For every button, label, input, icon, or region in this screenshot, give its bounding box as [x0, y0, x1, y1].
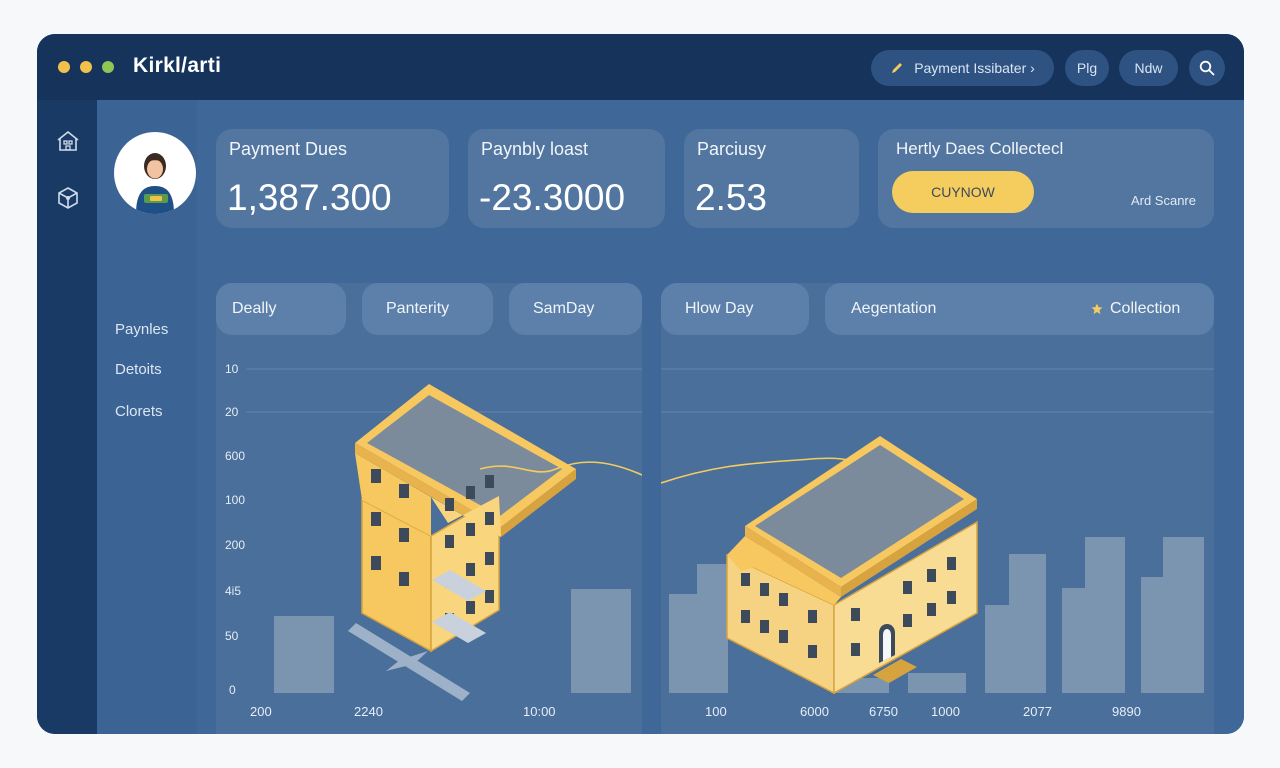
- cube-icon[interactable]: [55, 185, 81, 211]
- kpi-value: 2.53: [695, 177, 768, 218]
- y-tick: 10: [225, 362, 239, 376]
- x-tick: 6750: [869, 704, 898, 719]
- x-tick: 1000: [931, 704, 960, 719]
- y-tick: 4i5: [225, 584, 242, 598]
- app-window: Kirkl/arti Payment Issibater › Plg Ndw P…: [37, 34, 1244, 734]
- plg-pill[interactable]: Plg: [1065, 50, 1109, 86]
- x-tick: 6000: [800, 704, 829, 719]
- kpi-card-payment-dues: Payment Dues 1,387.300: [216, 129, 449, 228]
- user-illustration: [136, 153, 174, 214]
- x-tick: 100: [705, 704, 727, 719]
- kpi-label: Paynbly loast: [481, 139, 589, 159]
- bar: [669, 594, 697, 693]
- x-tick: 200: [250, 704, 272, 719]
- x-tick: 2240: [354, 704, 383, 719]
- bar: [1163, 537, 1204, 693]
- building-illustration: [355, 384, 576, 653]
- sub-navigation: Paynles Detoits Clorets: [97, 100, 197, 734]
- y-tick: 600: [225, 449, 246, 463]
- left-chart-panel: Deally Panterity SamDay 10 20 600 100 20…: [216, 283, 642, 734]
- right-chart: [661, 368, 1214, 695]
- kpi-label: Payment Dues: [229, 139, 348, 159]
- search-button[interactable]: [1189, 50, 1225, 86]
- y-tick: 100: [225, 493, 246, 507]
- card-side-text[interactable]: Ard Scanre: [1131, 193, 1196, 208]
- bar: [571, 589, 631, 693]
- right-chart-panel: Hlow Day Aegentation Collection 100 6000…: [661, 283, 1214, 734]
- bar: [908, 673, 966, 693]
- window-dot-2[interactable]: [80, 61, 92, 73]
- payment-pill-label: Payment Issibater ›: [914, 60, 1035, 76]
- kpi-card-payably-loast: Paynbly loast -23.3000: [468, 129, 665, 228]
- bar: [1141, 577, 1163, 693]
- x-tick: 9890: [1112, 704, 1141, 719]
- window-dot-3[interactable]: [102, 61, 114, 73]
- sidebar: [37, 100, 97, 734]
- kpi-label: Hertly Daes Collectecl: [896, 139, 1064, 158]
- bar: [1085, 537, 1125, 693]
- bar: [274, 616, 334, 693]
- kpi-card-collected: Hertly Daes Collectecl CUYNOW Ard Scanre: [878, 129, 1214, 228]
- search-icon: [1199, 60, 1215, 76]
- y-tick: 0: [229, 683, 236, 697]
- y-tick: 200: [225, 538, 246, 552]
- top-bar: Kirkl/arti Payment Issibater › Plg Ndw: [37, 34, 1244, 100]
- avatar[interactable]: [114, 132, 196, 214]
- left-chart: [246, 368, 642, 701]
- buy-now-button[interactable]: CUYNOW: [892, 171, 1034, 213]
- house-illustration: [726, 436, 978, 695]
- kpi-label: Parciusy: [697, 139, 767, 159]
- y-tick: 50: [225, 629, 239, 643]
- x-tick: 2077: [1023, 704, 1052, 719]
- grid-lines: [661, 368, 1214, 413]
- subnav-item-payables[interactable]: Paynles: [115, 321, 168, 338]
- pencil-icon: [892, 63, 903, 73]
- kpi-value: -23.3000: [479, 177, 626, 218]
- kpi-value: 1,387.300: [227, 177, 392, 218]
- building-icon[interactable]: [55, 128, 81, 154]
- bar: [697, 564, 728, 693]
- y-tick: 20: [225, 405, 239, 419]
- main-area: Paynles Detoits Clorets Payment Dues 1,3…: [97, 100, 1244, 734]
- ndw-pill[interactable]: Ndw: [1119, 50, 1178, 86]
- window-dot-1[interactable]: [58, 61, 70, 73]
- bar: [985, 605, 1009, 693]
- app-title: Kirkl/arti: [133, 54, 222, 77]
- bar: [1009, 554, 1046, 693]
- kpi-card-parciusy: Parciusy 2.53: [684, 129, 859, 228]
- payment-pill[interactable]: Payment Issibater ›: [871, 50, 1054, 86]
- subnav-item-clients[interactable]: Clorets: [115, 403, 163, 420]
- subnav-item-details[interactable]: Detoits: [115, 361, 162, 378]
- x-tick: 10:00: [523, 704, 556, 719]
- bar: [1062, 588, 1085, 693]
